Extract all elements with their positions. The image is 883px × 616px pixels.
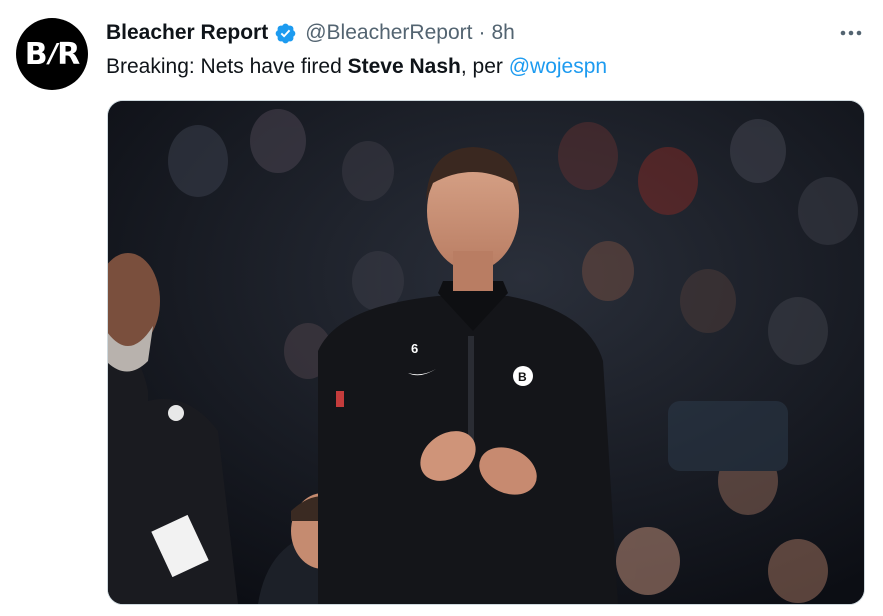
verified-badge-icon <box>275 23 296 43</box>
jersey-number: 6 <box>411 341 418 356</box>
tweet-text-bold: Steve Nash <box>347 55 461 78</box>
avatar-letter-r: R <box>57 36 80 72</box>
more-options-button[interactable] <box>836 18 866 48</box>
tweet-text-middle: , per <box>460 55 509 78</box>
handle[interactable]: @BleacherReport <box>305 19 472 47</box>
mention-link[interactable]: @wojespn <box>509 55 607 78</box>
photo-illustration: 6 B <box>108 101 864 604</box>
more-horizontal-icon <box>840 30 862 36</box>
tweet-header: Bleacher Report @BleacherReport · 8h <box>106 19 515 47</box>
league-patch <box>336 391 344 407</box>
tweet-text-prefix: Breaking: Nets have fired <box>106 55 348 78</box>
nets-logo-letter: B <box>518 370 527 384</box>
tweet-photo[interactable]: 6 B <box>107 100 865 605</box>
tweet-card[interactable]: B / R Bleacher Report @BleacherReport · 8h… <box>0 0 883 616</box>
display-name[interactable]: Bleacher Report <box>106 19 268 47</box>
tweet-text: Breaking: Nets have fired Steve Nash, pe… <box>106 53 607 81</box>
timestamp[interactable]: 8h <box>491 19 514 47</box>
avatar[interactable]: B / R <box>16 18 88 90</box>
avatar-letter-b: B <box>24 36 48 72</box>
separator-dot: · <box>478 21 486 44</box>
